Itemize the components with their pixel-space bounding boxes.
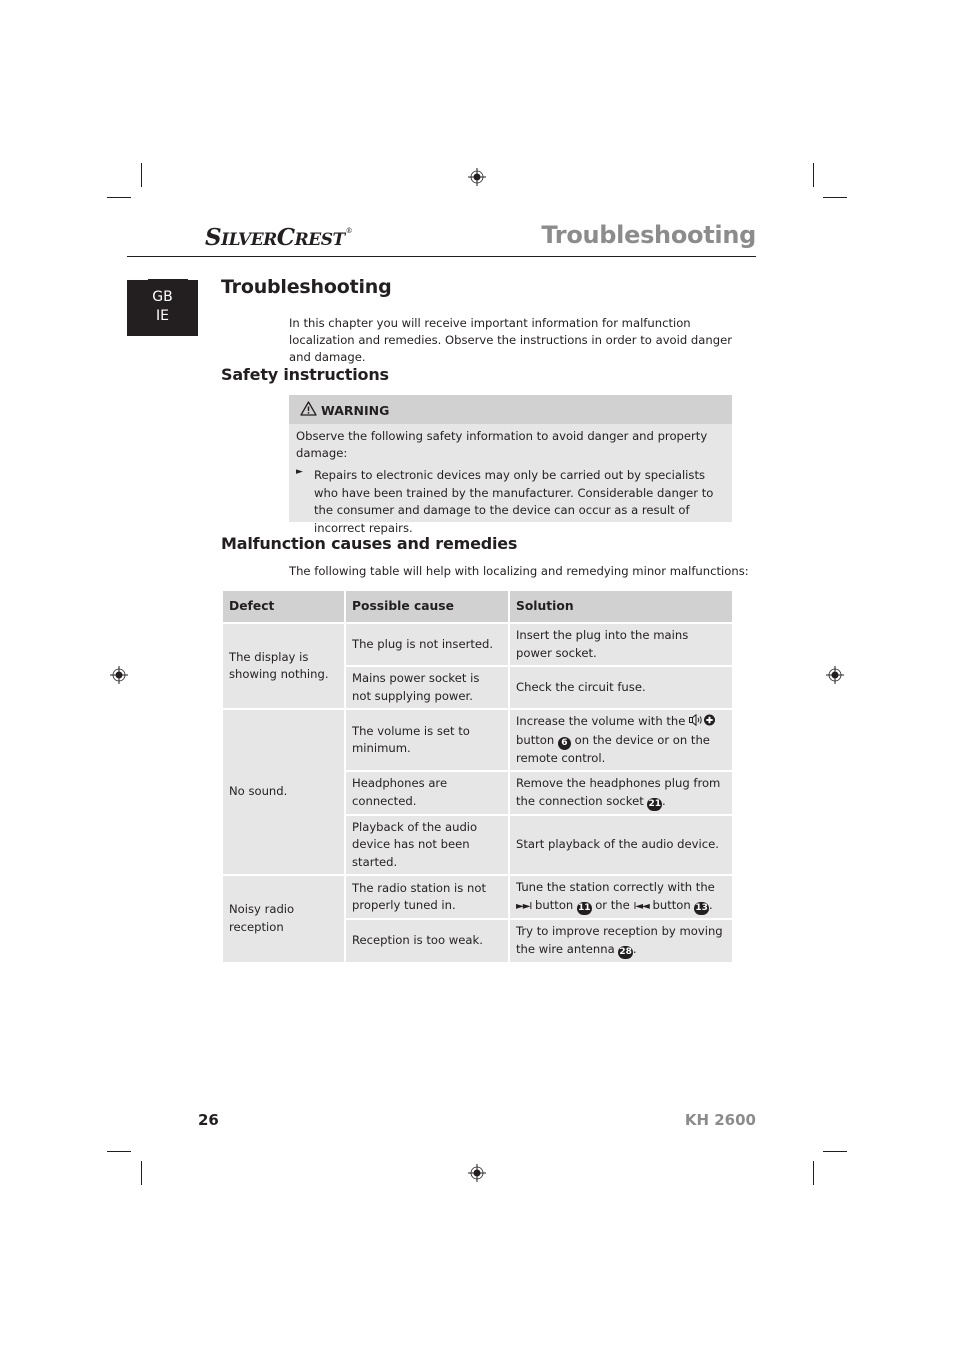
page-title: Troubleshooting bbox=[221, 276, 392, 298]
skip-back-icon: I◄◄ bbox=[633, 900, 649, 912]
running-header-title: Troubleshooting bbox=[541, 221, 756, 249]
part-number-badge: 13 bbox=[694, 901, 709, 915]
solution-cell: Tune the station correctly with the ►►I … bbox=[508, 874, 734, 920]
warning-box: WARNING Observe the following safety inf… bbox=[289, 395, 732, 535]
safety-heading: Safety instructions bbox=[221, 365, 389, 384]
solution-text: Tune the station correctly with the bbox=[516, 880, 715, 894]
solution-cell: Remove the headphones plug from the conn… bbox=[508, 770, 734, 816]
crop-mark bbox=[141, 1161, 142, 1185]
registered-mark: ® bbox=[345, 227, 353, 235]
solution-cell: Start playback of the audio device. bbox=[508, 813, 734, 876]
solution-text: . bbox=[632, 941, 637, 956]
chapter-intro: In this chapter you will receive importa… bbox=[289, 316, 732, 364]
brand-letter: C bbox=[276, 224, 295, 251]
warning-header: WARNING bbox=[289, 395, 732, 424]
malfunctions-heading: Malfunction causes and remedies bbox=[221, 534, 518, 553]
crop-mark bbox=[823, 1151, 847, 1152]
solution-cell: Check the circuit fuse. bbox=[508, 665, 734, 710]
solution-cell: Insert the plug into the mains power soc… bbox=[508, 622, 734, 667]
cause-cell: The volume is set to minimum. bbox=[344, 708, 510, 772]
page-number: 26 bbox=[198, 1111, 219, 1129]
solution-text: Remove the headphones plug from the conn… bbox=[516, 776, 721, 808]
header-divider bbox=[127, 256, 756, 257]
brand-letters: REST bbox=[294, 230, 346, 250]
table-row: Noisy radio reception The radio station … bbox=[221, 874, 734, 964]
warning-label: WARNING bbox=[321, 403, 390, 418]
solution-text: Increase the volume with the bbox=[516, 714, 686, 728]
solution-cell: Increase the volume with the button 6 on… bbox=[508, 708, 734, 772]
warning-bullet-text: Repairs to electronic devices may only b… bbox=[314, 468, 714, 535]
crop-mark bbox=[107, 1151, 131, 1152]
language-code-ie: IE bbox=[156, 308, 169, 324]
language-tab: GB IE bbox=[127, 279, 198, 336]
registration-mark-icon bbox=[468, 1164, 486, 1182]
warning-triangle-icon bbox=[300, 401, 317, 416]
part-number-badge: 6 bbox=[557, 736, 571, 750]
brand-letters: ILVER bbox=[221, 230, 277, 250]
part-number-badge: 11 bbox=[576, 901, 592, 915]
cause-cell: The plug is not inserted. bbox=[344, 622, 510, 667]
volume-up-icon bbox=[689, 713, 716, 728]
crop-mark bbox=[813, 1161, 814, 1185]
table-row: No sound. The volume is set to minimum. … bbox=[221, 708, 734, 876]
registration-mark-icon bbox=[110, 666, 128, 684]
solution-text: button bbox=[652, 897, 691, 912]
crop-mark bbox=[823, 197, 847, 198]
cause-cell: Mains power socket is not supplying powe… bbox=[344, 665, 510, 710]
arrow-bullet-icon: ► bbox=[296, 467, 303, 477]
column-header-cause: Possible cause bbox=[344, 589, 510, 624]
troubleshooting-table: Defect Possible cause Solution The displ… bbox=[221, 589, 734, 964]
cause-cell: Playback of the audio device has not bee… bbox=[344, 813, 510, 876]
warning-text: Observe the following safety information… bbox=[296, 429, 708, 460]
cause-cell: Reception is too weak. bbox=[344, 918, 510, 964]
defect-cell: No sound. bbox=[221, 708, 346, 876]
solution-text: button bbox=[516, 732, 555, 747]
registration-mark-icon bbox=[826, 666, 844, 684]
crop-mark bbox=[141, 163, 142, 187]
defect-cell: The display is showing nothing. bbox=[221, 622, 346, 710]
table-intro: The following table will help with local… bbox=[289, 564, 749, 578]
model-number: KH 2600 bbox=[684, 1111, 756, 1129]
skip-forward-icon: ►►I bbox=[516, 900, 532, 912]
solution-text: . bbox=[661, 793, 666, 808]
defect-cell: Noisy radio reception bbox=[221, 874, 346, 964]
column-header-solution: Solution bbox=[508, 589, 734, 624]
part-number-badge: 21 bbox=[647, 797, 662, 811]
registration-mark-icon bbox=[468, 168, 486, 186]
tab-notch bbox=[148, 279, 188, 281]
brand-letter: S bbox=[205, 224, 222, 251]
crop-mark bbox=[107, 197, 131, 198]
solution-text: or the bbox=[595, 897, 630, 912]
brand-logo: SILVERCREST® bbox=[205, 224, 353, 251]
cause-cell: The radio station is not properly tuned … bbox=[344, 874, 510, 920]
solution-text: . bbox=[708, 897, 713, 912]
column-header-defect: Defect bbox=[221, 589, 346, 624]
solution-cell: Try to improve reception by moving the w… bbox=[508, 918, 734, 964]
part-number-badge: 28 bbox=[618, 945, 633, 959]
table-row: The display is showing nothing. The plug… bbox=[221, 622, 734, 710]
language-code-gb: GB bbox=[152, 289, 173, 305]
cause-cell: Headphones are connected. bbox=[344, 770, 510, 816]
solution-text: button bbox=[535, 897, 574, 912]
table-header-row: Defect Possible cause Solution bbox=[221, 589, 734, 624]
crop-mark bbox=[813, 163, 814, 187]
